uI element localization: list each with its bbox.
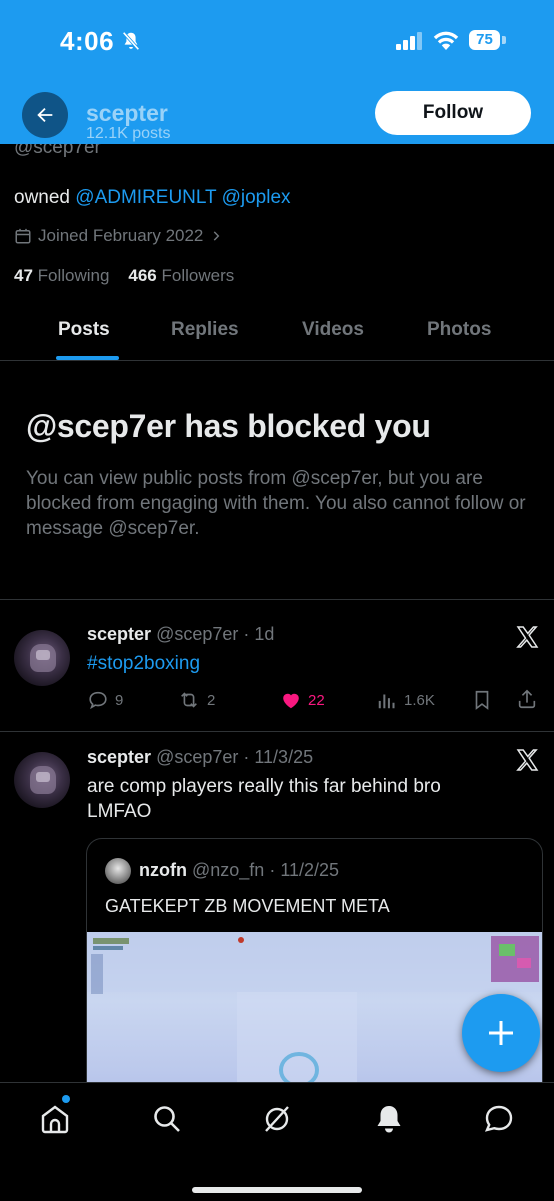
bookmark-icon[interactable] bbox=[471, 689, 493, 711]
followers-link[interactable]: 466 Followers bbox=[128, 266, 234, 285]
post-time: 1d bbox=[254, 624, 275, 644]
reply-count: 9 bbox=[115, 691, 124, 709]
followers-count: 466 bbox=[128, 266, 157, 285]
calendar-icon bbox=[15, 228, 31, 244]
bell-off-icon bbox=[122, 31, 140, 51]
views-chart-icon bbox=[378, 694, 395, 709]
post-header: scepter @scep7er · 1d bbox=[87, 624, 275, 644]
active-tab-indicator bbox=[56, 356, 119, 360]
post-author-handle: @scep7er bbox=[156, 747, 239, 767]
post-divider bbox=[0, 731, 554, 732]
followers-label: Followers bbox=[161, 266, 235, 285]
tab-replies[interactable]: Replies bbox=[171, 319, 239, 341]
search-icon[interactable] bbox=[150, 1102, 184, 1136]
follow-button[interactable]: Follow bbox=[375, 91, 531, 135]
tab-posts[interactable]: Posts bbox=[58, 319, 110, 341]
share-icon[interactable] bbox=[516, 688, 538, 710]
like-button[interactable]: 22 bbox=[280, 689, 325, 711]
signal-icon bbox=[396, 32, 422, 50]
like-count: 22 bbox=[308, 691, 325, 709]
chevron-right-icon bbox=[214, 231, 220, 241]
blocked-message: You can view public posts from @scep7er,… bbox=[26, 468, 526, 539]
repost-icon bbox=[181, 692, 197, 708]
battery-level: 75 bbox=[476, 31, 493, 48]
repost-button[interactable]: 2 bbox=[177, 689, 215, 711]
header-profile-name: scepter bbox=[86, 100, 168, 126]
quoted-avatar bbox=[105, 858, 131, 884]
post-author-handle: @scep7er bbox=[156, 624, 239, 644]
compose-button[interactable] bbox=[462, 994, 540, 1072]
arrow-left-icon bbox=[37, 107, 53, 123]
battery-indicator: 75 bbox=[469, 30, 507, 50]
status-time: 4:06 bbox=[60, 26, 115, 56]
wifi-icon bbox=[433, 31, 459, 50]
views-count: 1.6K bbox=[404, 691, 435, 709]
following-count: 47 bbox=[14, 266, 33, 285]
plus-icon bbox=[489, 1021, 513, 1045]
tab-photos[interactable]: Photos bbox=[427, 319, 491, 341]
repost-count: 2 bbox=[207, 691, 216, 709]
quoted-author-handle: @nzo_fn bbox=[192, 860, 265, 880]
views-button[interactable]: 1.6K bbox=[376, 689, 435, 711]
section-divider bbox=[0, 599, 554, 600]
messages-icon[interactable] bbox=[482, 1102, 516, 1136]
home-indicator bbox=[192, 1187, 362, 1193]
x-logo-icon bbox=[516, 749, 539, 771]
quoted-post-text: GATEKEPT ZB MOVEMENT META bbox=[105, 896, 390, 916]
post-hashtag[interactable]: #stop2boxing bbox=[87, 651, 200, 676]
quoted-post-time: 11/2/25 bbox=[280, 860, 340, 880]
following-link[interactable]: 47 Following bbox=[14, 266, 109, 285]
avatar[interactable] bbox=[14, 630, 70, 686]
profile-header: 4:06 75 scepter 12.1K posts Follow bbox=[0, 0, 554, 144]
home-icon[interactable] bbox=[38, 1102, 72, 1136]
follow-stats: 47 Following 466 Followers bbox=[14, 266, 234, 286]
blocked-title: @scep7er has blocked you bbox=[26, 408, 431, 444]
post-text: are comp players really this far behind … bbox=[87, 776, 441, 822]
post-author-name[interactable]: scepter bbox=[87, 624, 151, 644]
quoted-author-name: nzofn bbox=[139, 860, 187, 880]
reply-button[interactable]: 9 bbox=[87, 689, 123, 711]
heart-filled-icon bbox=[283, 693, 299, 709]
avatar[interactable] bbox=[14, 752, 70, 808]
x-logo-icon bbox=[516, 626, 539, 648]
header-posts-count: 12.1K posts bbox=[86, 125, 171, 142]
profile-handle: @scep7er bbox=[14, 144, 101, 158]
grok-icon[interactable] bbox=[260, 1102, 294, 1136]
home-notification-dot bbox=[62, 1095, 70, 1103]
following-label: Following bbox=[37, 266, 110, 285]
quoted-post-header: nzofn @nzo_fn · 11/2/25 bbox=[139, 860, 340, 880]
bio-mention-admireunlt[interactable]: @ADMIREUNLT bbox=[75, 187, 216, 208]
profile-bio: owned @ADMIREUNLT @joplex bbox=[14, 187, 291, 208]
notifications-icon[interactable] bbox=[372, 1102, 406, 1136]
bio-mention-joplex[interactable]: @joplex bbox=[222, 187, 291, 208]
post-time: 11/3/25 bbox=[254, 747, 314, 767]
joined-date[interactable]: Joined February 2022 bbox=[14, 226, 223, 246]
post-author-name[interactable]: scepter bbox=[87, 747, 151, 767]
post-header: scepter @scep7er · 11/3/25 bbox=[87, 747, 314, 767]
joined-label: Joined February 2022 bbox=[38, 226, 204, 245]
profile-tabs: Posts Replies Videos Photos bbox=[0, 300, 554, 361]
bottom-nav bbox=[0, 1082, 554, 1201]
tab-videos[interactable]: Videos bbox=[302, 319, 364, 341]
reply-icon bbox=[89, 691, 107, 710]
back-button[interactable] bbox=[22, 92, 68, 138]
